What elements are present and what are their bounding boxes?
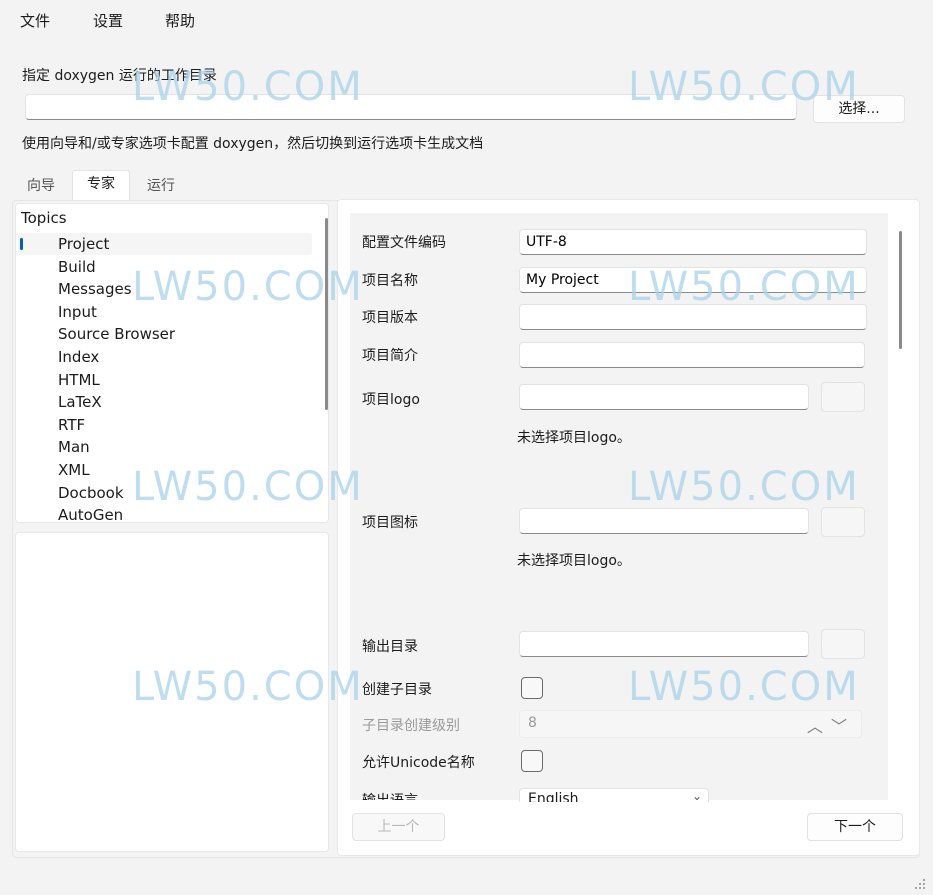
tab-wizard[interactable]: 向导 <box>12 172 70 200</box>
description-panel <box>15 532 329 852</box>
project-logo-label: 项目logo <box>362 392 420 408</box>
project-icon-browse-button[interactable] <box>821 507 865 537</box>
output-dir-browse-button[interactable] <box>821 629 865 659</box>
project-logo-input[interactable] <box>519 384 809 410</box>
topic-item[interactable]: Input <box>58 301 97 323</box>
encoding-label: 配置文件编码 <box>362 235 446 251</box>
allow-unicode-checkbox[interactable] <box>521 750 543 772</box>
create-subdirs-checkbox[interactable] <box>521 677 543 699</box>
output-language-label: 输出语言 <box>362 790 418 800</box>
tab-expert[interactable]: 专家 <box>72 170 130 201</box>
output-language-select[interactable]: English ⌄ <box>519 788 709 802</box>
hint-text: 使用向导和/或专家选项卡配置 doxygen，然后切换到运行选项卡生成文档 <box>22 136 484 152</box>
encoding-input[interactable] <box>519 229 867 255</box>
resize-grip-icon[interactable] <box>912 876 926 890</box>
topic-item[interactable]: Messages <box>58 278 132 300</box>
spin-arrows-icon[interactable]: ︿﹀ <box>807 713 855 737</box>
project-name-input[interactable] <box>519 267 867 293</box>
topic-selection-marker <box>20 238 23 250</box>
create-subdirs-label: 创建子目录 <box>362 682 432 698</box>
next-button[interactable]: 下一个 <box>807 813 903 841</box>
chevron-down-icon: ⌄ <box>691 789 702 802</box>
output-language-value: English <box>528 791 579 802</box>
topic-item[interactable]: HTML <box>58 369 100 391</box>
topic-item[interactable]: Project <box>58 233 109 255</box>
topic-item[interactable]: LaTeX <box>58 391 102 413</box>
project-icon-label: 项目图标 <box>362 515 418 531</box>
topic-item[interactable]: Man <box>58 436 90 458</box>
menu-bar: 文件 设置 帮助 <box>0 0 933 38</box>
project-icon-input[interactable] <box>519 508 809 534</box>
project-logo-note: 未选择项目logo。 <box>517 430 631 446</box>
allow-unicode-label: 允许Unicode名称 <box>362 755 475 771</box>
topic-item[interactable]: Source Browser <box>58 323 175 345</box>
project-name-label: 项目名称 <box>362 273 418 289</box>
subdir-levels-value: 8 <box>528 715 537 731</box>
topic-item[interactable]: AutoGen <box>58 504 123 526</box>
workdir-input[interactable] <box>25 94 797 120</box>
subdir-levels-spinbox[interactable]: 8 ︿﹀ <box>519 710 862 738</box>
tab-run[interactable]: 运行 <box>132 172 190 200</box>
menu-help[interactable]: 帮助 <box>165 10 195 31</box>
settings-scrollbar[interactable] <box>899 231 902 349</box>
project-icon-note: 未选择项目logo。 <box>517 553 631 569</box>
topic-item[interactable]: RTF <box>58 414 85 436</box>
topic-item[interactable]: XML <box>58 459 90 481</box>
menu-file[interactable]: 文件 <box>20 10 50 31</box>
project-brief-input[interactable] <box>519 342 865 368</box>
workdir-browse-button[interactable]: 选择... <box>813 95 905 123</box>
output-dir-input[interactable] <box>519 631 809 657</box>
menu-settings[interactable]: 设置 <box>93 10 123 31</box>
topic-item[interactable]: Docbook <box>58 482 124 504</box>
project-logo-browse-button[interactable] <box>821 382 865 412</box>
output-dir-label: 输出目录 <box>362 639 418 655</box>
project-brief-label: 项目简介 <box>362 348 418 364</box>
topic-item[interactable]: Index <box>58 346 99 368</box>
topics-title: Topics <box>21 209 67 227</box>
project-version-input[interactable] <box>519 304 867 330</box>
workdir-label: 指定 doxygen 运行的工作目录 <box>22 68 217 84</box>
topics-scrollbar[interactable] <box>325 218 328 410</box>
subdir-levels-label: 子目录创建级别 <box>362 718 460 734</box>
project-version-label: 项目版本 <box>362 310 418 326</box>
prev-button[interactable]: 上一个 <box>352 813 445 841</box>
topic-item[interactable]: Build <box>58 256 96 278</box>
